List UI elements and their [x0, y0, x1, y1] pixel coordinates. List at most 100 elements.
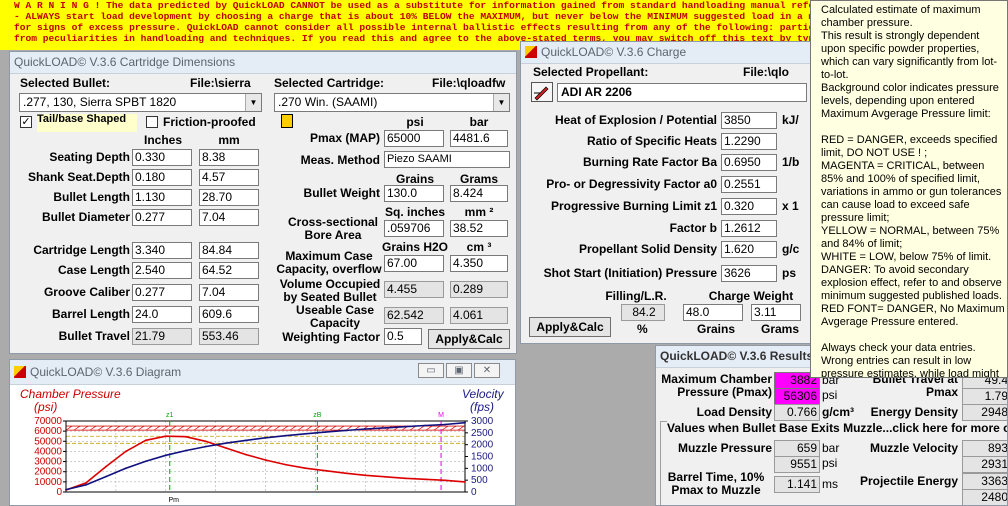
charge-param-field[interactable]: 1.620	[721, 241, 777, 258]
charge-window[interactable]: QuickLOAD© V.3.6 Charge Selected Propell…	[520, 41, 820, 344]
velocity-point	[85, 484, 87, 486]
charge-param-field[interactable]: 3626	[721, 265, 777, 282]
dim-inches-field[interactable]: 0.277	[132, 209, 192, 226]
edit-propellant-button[interactable]	[531, 82, 553, 102]
dim-inches-field[interactable]: 3.340	[132, 242, 192, 259]
bore-area-in-field[interactable]: .059706	[384, 220, 444, 237]
pressure-point	[404, 477, 407, 480]
hatch-line	[265, 425, 273, 431]
grams-unit-label: Grams	[761, 322, 800, 336]
dim-mm-field[interactable]: 7.04	[199, 284, 259, 301]
pmax-psi-field[interactable]: 65000	[384, 130, 444, 147]
max-case-cm3-field[interactable]: 4.350	[450, 255, 508, 272]
chevron-down-icon[interactable]: ▼	[493, 94, 509, 111]
hatch-line	[209, 425, 217, 431]
pressure-point	[364, 474, 367, 477]
dim-label: Shank Seat.Depth	[27, 170, 130, 184]
velocity-point	[65, 488, 67, 491]
close-button[interactable]: ✕	[474, 363, 500, 378]
dim-label: Case Length	[57, 263, 130, 277]
app-icon	[525, 46, 537, 58]
dim-mm-field[interactable]: 64.52	[199, 262, 259, 279]
hatch-line	[337, 425, 345, 431]
bore-area-mm-field[interactable]: 38.52	[450, 220, 508, 237]
pressure-point	[144, 439, 147, 442]
dim-mm-field[interactable]: 609.6	[199, 306, 259, 323]
velocity-point	[404, 425, 407, 428]
dim-inches-field[interactable]: 1.130	[132, 189, 192, 206]
filling-field[interactable]: 84.2	[621, 304, 665, 321]
charge-title-bar[interactable]: QuickLOAD© V.3.6 Charge	[521, 42, 819, 64]
pmax-bar-field[interactable]: 4481.6	[450, 130, 508, 147]
cartridge-apply-calc-button[interactable]: Apply&Calc	[428, 329, 510, 349]
charge-param-field[interactable]: 0.6950	[721, 154, 777, 171]
y2-tick-label: 1500	[471, 452, 494, 463]
diagram-title-bar[interactable]: QuickLOAD© V.3.6 Diagram ▭ ▣ ✕	[10, 360, 515, 385]
max-case-grains-field[interactable]: 67.00	[384, 255, 444, 272]
cartridge-dimensions-window[interactable]: QuickLOAD© V.3.6 Cartridge Dimensions Se…	[9, 51, 517, 354]
velocity-point	[244, 439, 247, 442]
muzzle-pressure-bar-field: 659	[774, 440, 820, 457]
dim-mm-field[interactable]: 8.38	[199, 149, 259, 166]
hatch-line	[289, 425, 297, 431]
pressure-point	[224, 446, 227, 449]
charge-grains-field[interactable]: 48.0	[683, 304, 743, 321]
charge-param-field[interactable]: 1.2612	[721, 220, 777, 237]
diagram-window[interactable]: QuickLOAD© V.3.6 Diagram ▭ ▣ ✕ Chamber P…	[9, 359, 516, 506]
muzzle-section-label[interactable]: Values when Bullet Base Exits Muzzle...c…	[667, 421, 1007, 435]
dim-inches-field[interactable]: 24.0	[132, 306, 192, 323]
charge-param-field[interactable]: 1.2290	[721, 133, 777, 150]
max-case-capacity-label: Maximum Case Capacity, overflow	[276, 249, 382, 276]
charge-param-field[interactable]: 0.2551	[721, 176, 777, 193]
pressure-point	[244, 453, 247, 456]
tailbase-checkbox[interactable]: ✓	[20, 116, 32, 128]
pressure-point	[284, 463, 287, 466]
dim-mm-field[interactable]: 4.57	[199, 169, 259, 186]
charge-param-field[interactable]: 3850	[721, 112, 777, 129]
dim-mm-field[interactable]: 28.70	[199, 189, 259, 206]
dim-mm-field[interactable]: 7.04	[199, 209, 259, 226]
pressure-point	[344, 472, 347, 475]
charge-param-label: Shot Start (Initiation) Pressure	[543, 266, 717, 280]
bullet-weight-grams-field[interactable]: 8.424	[450, 185, 508, 202]
useable-cm3-field: 4.061	[450, 307, 508, 324]
dim-inches-field[interactable]: 0.180	[132, 169, 192, 186]
pressure-point	[384, 475, 387, 478]
volume-seated-label: Volume Occupied by Seated Bullet	[279, 277, 381, 304]
bullet-select[interactable]: .277, 130, Sierra SPBT 1820 ▼	[19, 93, 262, 112]
charge-title: QuickLOAD© V.3.6 Charge	[541, 45, 687, 59]
velocity-point	[444, 423, 446, 426]
pressure-point	[164, 435, 167, 438]
useable-grains-field: 62.542	[384, 307, 444, 324]
dim-inches-field[interactable]: 0.330	[132, 149, 192, 166]
cartridge-select[interactable]: .270 Win. (SAAMI) ▼	[274, 93, 510, 112]
weighting-factor-field[interactable]: 0.5	[384, 328, 422, 345]
charge-grams-field[interactable]: 3.11	[751, 304, 801, 321]
diagram-canvas: Chamber Pressure (psi) Velocity (fps) 70…	[10, 385, 515, 505]
charge-param-field[interactable]: 0.320	[721, 198, 777, 215]
hatch-line	[433, 425, 441, 431]
propellant-value: ADI AR 2206	[561, 85, 632, 99]
meas-method-field[interactable]: Piezo SAAMI	[384, 151, 510, 168]
charge-apply-calc-button[interactable]: Apply&Calc	[529, 317, 611, 337]
max-pressure-label: Maximum Chamber Pressure (Pmax)	[661, 372, 772, 399]
bullet-weight-grains-field[interactable]: 130.0	[384, 185, 444, 202]
cartridge-drawing-icon[interactable]	[281, 114, 293, 128]
dim-label: Cartridge Length	[33, 243, 130, 257]
propellant-select[interactable]: ADI AR 2206	[557, 83, 807, 102]
velocity-series-line	[65, 421, 466, 491]
velocity-point	[464, 421, 466, 424]
y2-tick-label: 0	[471, 487, 477, 498]
chevron-down-icon[interactable]: ▼	[245, 94, 261, 111]
charge-param-unit: g/c	[782, 242, 800, 256]
projectile-energy-field-1: 3363	[962, 473, 1007, 490]
friction-proofed-checkbox[interactable]	[146, 116, 158, 128]
dim-mm-field[interactable]: 84.84	[199, 242, 259, 259]
dim-inches-field[interactable]: 0.277	[132, 284, 192, 301]
pressure-point	[464, 480, 466, 483]
dim-inches-field[interactable]: 2.540	[132, 262, 192, 279]
cartridge-title-bar[interactable]: QuickLOAD© V.3.6 Cartridge Dimensions	[10, 52, 516, 74]
barrel-time-label: Barrel Time, 10% Pmax to Muzzle	[667, 470, 765, 497]
restore-button[interactable]: ▣	[446, 363, 472, 378]
minimize-button[interactable]: ▭	[418, 363, 444, 378]
